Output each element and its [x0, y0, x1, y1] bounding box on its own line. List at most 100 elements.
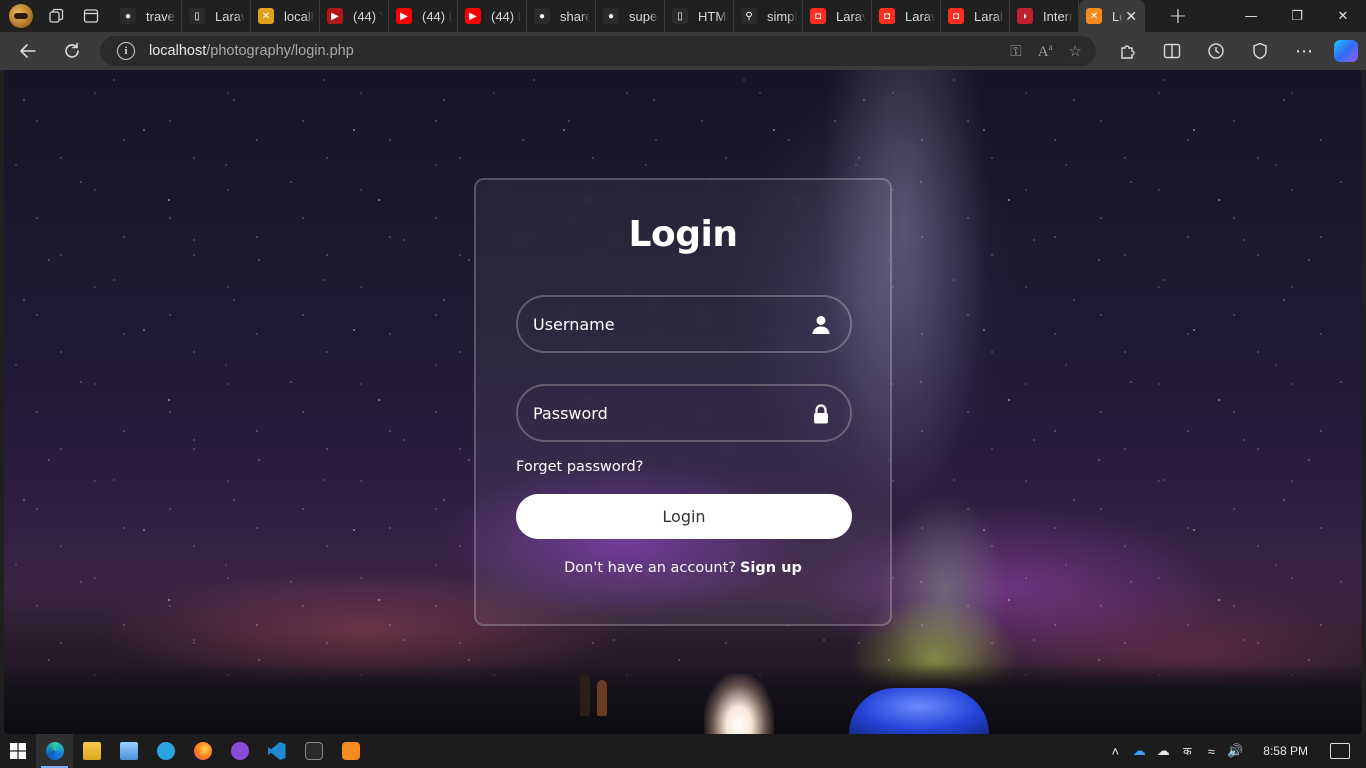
xampp-icon [341, 742, 360, 760]
notification-icon[interactable] [1330, 743, 1350, 759]
tab-title: Laravel [215, 8, 245, 24]
person-silhouette [580, 674, 590, 716]
read-aloud-icon[interactable]: Aa [1038, 42, 1053, 61]
campfire [704, 674, 774, 734]
language-icon[interactable]: क [1175, 744, 1199, 759]
document-icon: ▯ [189, 8, 205, 24]
close-tab-icon[interactable]: ✕ [1125, 8, 1137, 25]
browser-tab[interactable]: ● share [527, 0, 596, 32]
tab-title: Laravel [836, 8, 866, 24]
taskbar-telegram[interactable] [147, 734, 184, 768]
taskbar-firefox[interactable] [184, 734, 221, 768]
document-icon: ▯ [672, 8, 688, 24]
browser-tab[interactable]: ▶ (44) YouTube [320, 0, 389, 32]
minimize-button[interactable]: — [1228, 0, 1274, 32]
login-page: Login Forget password? Login Don't have … [4, 70, 1362, 734]
forget-password-link[interactable]: Forget password? [516, 459, 643, 475]
tab-title: Laralnc [974, 8, 1004, 24]
browser-tab-strip: ● travel ▯ Laravel ✕ localhost ▶ (44) YouTube ▶ (… [0, 0, 1366, 32]
wifi-icon[interactable]: ≈ [1199, 744, 1223, 759]
address-bar-actions: ⚿ Aa ☆ [1010, 36, 1082, 66]
browser-tab[interactable]: ▶ (44) Laravel [458, 0, 527, 32]
split-screen-icon[interactable] [1150, 36, 1194, 66]
start-button[interactable] [0, 734, 36, 768]
login-button[interactable]: Login [516, 494, 852, 539]
tab-title: Laravel [905, 8, 935, 24]
github-icon: ● [120, 8, 136, 24]
tab-actions-icon[interactable] [78, 3, 104, 29]
workspaces-icon[interactable] [43, 3, 69, 29]
history-icon[interactable] [1194, 36, 1238, 66]
username-field[interactable] [516, 295, 852, 353]
more-menu-icon[interactable]: ⋯ [1282, 36, 1326, 66]
browser-tab[interactable]: ◗ Internal [1010, 0, 1079, 32]
chevron-up-icon[interactable]: ˄ [1103, 744, 1127, 759]
vscode-icon [267, 742, 286, 760]
tab-title: share [560, 8, 590, 24]
taskbar-terminal[interactable] [295, 734, 332, 768]
refresh-button[interactable] [55, 36, 89, 66]
taskbar-file-explorer[interactable] [73, 734, 110, 768]
back-button[interactable] [11, 36, 45, 66]
system-tray: ˄ ☁ ☁ क ≈ 🔊 8:58 PM [1103, 734, 1366, 768]
laravel-icon: ◘ [948, 8, 964, 24]
tab-title: (44) YouTube [353, 8, 383, 24]
browser-essentials-icon[interactable] [1238, 36, 1282, 66]
url-path: /photography/login.php [206, 43, 354, 59]
close-window-button[interactable]: ✕ [1320, 0, 1366, 32]
browser-tab[interactable]: ▶ (44) Laravel [389, 0, 458, 32]
youtube-icon: ▶ [327, 8, 343, 24]
taskbar-remote-desktop[interactable] [110, 734, 147, 768]
browser-tab[interactable]: ▯ HTML [665, 0, 734, 32]
taskbar-vscode[interactable] [258, 734, 295, 768]
tab-title: HTML [698, 8, 728, 24]
browser-tab[interactable]: ◘ Laravel [803, 0, 872, 32]
extensions-icon[interactable] [1106, 36, 1150, 66]
windows-icon [10, 743, 26, 759]
browser-tab[interactable]: ● travel [113, 0, 182, 32]
tab-title: Internal [1043, 8, 1073, 24]
cloud-icon[interactable]: ☁ [1151, 743, 1175, 759]
youtube-icon: ▶ [465, 8, 481, 24]
volume-icon[interactable]: 🔊 [1223, 743, 1247, 759]
password-field[interactable] [516, 384, 852, 442]
laravel-icon: ◘ [810, 8, 826, 24]
folder-icon [82, 742, 101, 760]
signup-row: Don't have an account? Sign up [476, 560, 890, 576]
browser-toolbar: i localhost/photography/login.php ⚿ Aa ☆… [0, 32, 1366, 70]
tent [849, 688, 989, 734]
key-icon[interactable]: ⚿ [1010, 42, 1021, 60]
browser-tab[interactable]: ◘ Laralnc [941, 0, 1010, 32]
browser-tab[interactable]: ✕ localhost [251, 0, 320, 32]
taskbar-github-desktop[interactable] [221, 734, 258, 768]
browser-tab[interactable]: ⚲ simple [734, 0, 803, 32]
browser-tab[interactable]: ● super [596, 0, 665, 32]
window-controls: — ❐ ✕ [1228, 0, 1366, 32]
monitor-icon [119, 742, 138, 760]
taskbar-edge[interactable] [36, 734, 73, 768]
tab-title: (44) Laravel [491, 8, 521, 24]
username-input[interactable] [533, 314, 793, 334]
password-input[interactable] [533, 403, 793, 423]
signup-link[interactable]: Sign up [740, 560, 802, 576]
tab-title: simple [767, 8, 797, 24]
ground-silhouette [4, 664, 1362, 734]
favorite-star-icon[interactable]: ☆ [1069, 42, 1082, 60]
url-text[interactable]: localhost/photography/login.php [149, 43, 354, 59]
restore-button[interactable]: ❐ [1274, 0, 1320, 32]
address-bar[interactable]: i localhost/photography/login.php ⚿ Aa ☆ [100, 36, 1096, 66]
tab-active-login[interactable]: ✕ Login ✕ [1079, 0, 1145, 32]
site-info-icon[interactable]: i [117, 42, 135, 60]
onedrive-icon[interactable]: ☁ [1127, 743, 1151, 759]
copilot-icon[interactable] [1334, 40, 1358, 62]
toolbar-right: ⋯ [1106, 32, 1358, 70]
clock[interactable]: 8:58 PM [1263, 744, 1308, 758]
browser-tab[interactable]: ◘ Laravel [872, 0, 941, 32]
login-card: Login Forget password? Login Don't have … [474, 178, 892, 626]
windows-taskbar: ˄ ☁ ☁ क ≈ 🔊 8:58 PM [0, 734, 1366, 768]
taskbar-xampp[interactable] [332, 734, 369, 768]
profile-avatar[interactable] [9, 4, 33, 28]
new-tab-button[interactable]: + [1163, 0, 1193, 32]
browser-tab[interactable]: ▯ Laravel [182, 0, 251, 32]
laravel-icon: ◘ [879, 8, 895, 24]
